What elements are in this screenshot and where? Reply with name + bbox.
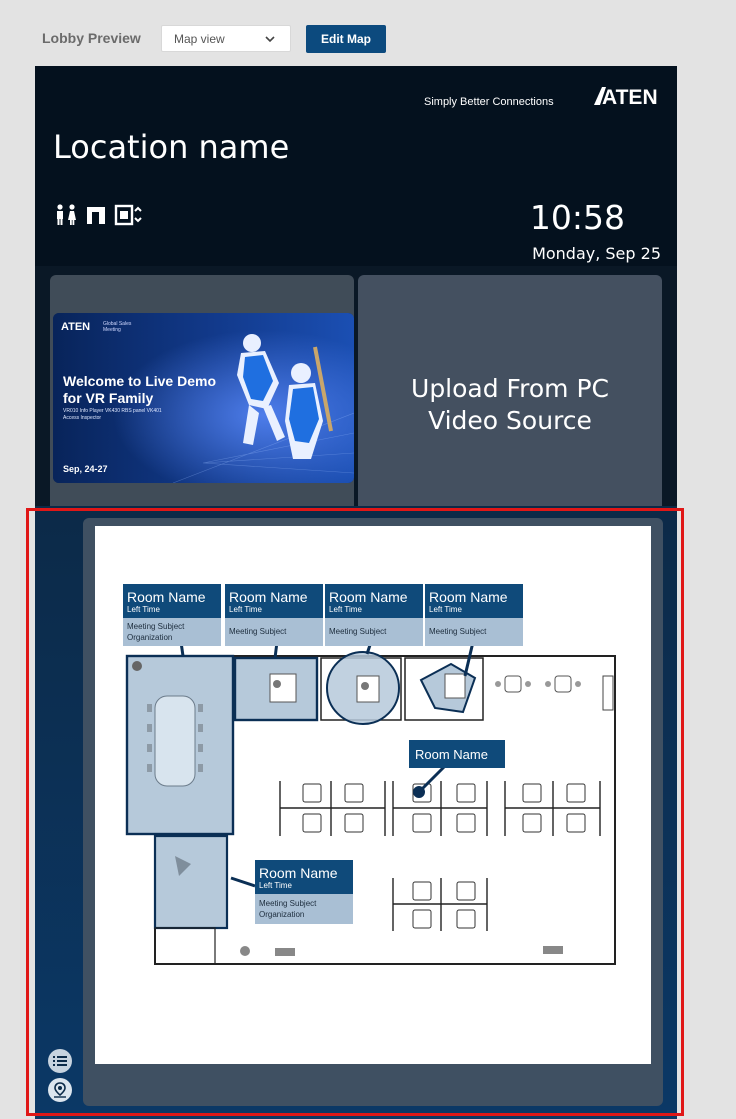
aten-logo: ATEN	[594, 86, 658, 109]
view-mode-select[interactable]: Map view	[161, 25, 291, 52]
preview-toolbar: Lobby Preview Map view Edit Map	[0, 0, 736, 64]
upload-source-text: Upload From PC Video Source	[358, 373, 662, 437]
video-source-tile[interactable]: Upload From PC Video Source	[358, 275, 662, 515]
edit-map-button[interactable]: Edit Map	[306, 25, 386, 53]
lobby-preview-label: Lobby Preview	[42, 30, 141, 46]
promo-banner: ATEN Global Sales Meeting Welcome to Liv…	[53, 313, 354, 483]
clock-time: 10:58	[529, 198, 625, 237]
promo-headline: Welcome to Live Demo for VR Family	[63, 373, 217, 406]
promo-subtitle: Global Sales Meeting	[103, 321, 132, 333]
restroom-icon	[57, 204, 76, 225]
map-highlight-frame	[26, 508, 684, 1116]
promo-details: VR010 Info Player VK430 RBS panel VK401 …	[63, 408, 162, 421]
upload-line-1: Upload From PC	[411, 374, 609, 403]
desk-icon	[87, 207, 105, 224]
brand-tagline: Simply Better Connections	[424, 96, 554, 108]
media-tiles: ATEN Global Sales Meeting Welcome to Liv…	[35, 266, 677, 515]
view-mode-value: Map view	[174, 32, 225, 46]
promo-dates: Sep, 24-27	[63, 464, 108, 474]
upload-line-2: Video Source	[428, 406, 592, 435]
clock-date: Monday, Sep 25	[532, 244, 661, 263]
chevron-down-icon	[265, 36, 275, 43]
brand-text: ATEN	[602, 86, 658, 109]
meeting-room-icon	[114, 204, 142, 226]
promo-logo: ATEN	[61, 321, 91, 333]
location-name: Location name	[53, 128, 290, 166]
promo-tile: ATEN Global Sales Meeting Welcome to Liv…	[50, 275, 354, 515]
lobby-header: Simply Better Connections ATEN Location …	[35, 66, 677, 266]
amenity-icons	[53, 204, 143, 226]
